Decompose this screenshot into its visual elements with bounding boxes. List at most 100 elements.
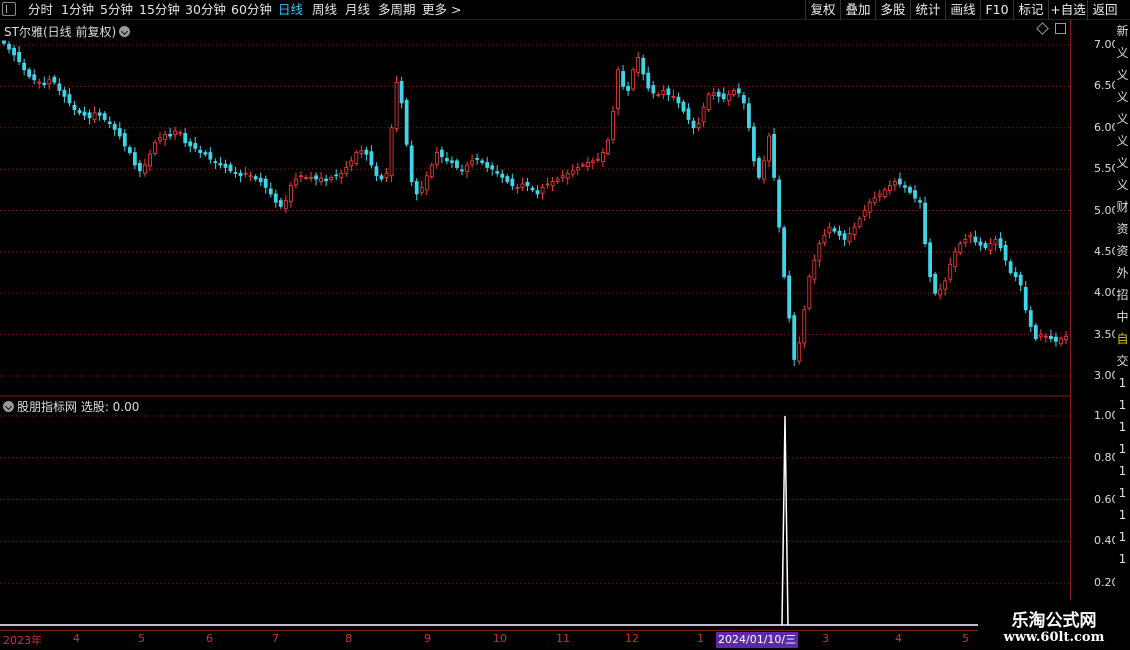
candle <box>882 187 887 199</box>
candle <box>782 225 787 280</box>
period-tab-60min[interactable]: 60分钟 <box>231 2 272 18</box>
candle <box>686 103 691 124</box>
candle <box>32 69 37 85</box>
main-pane-title[interactable]: ST尔雅(日线 前复权) <box>4 23 131 40</box>
overlay-button[interactable]: 叠加 <box>840 0 875 20</box>
maximize-icon[interactable] <box>1055 23 1066 34</box>
candle <box>747 97 751 132</box>
period-tab-multi[interactable]: 多周期 <box>378 2 416 18</box>
candle <box>913 185 917 203</box>
candle <box>887 180 892 196</box>
candle <box>1013 267 1018 282</box>
candle <box>399 76 404 109</box>
period-tab-more[interactable]: 更多 > <box>422 2 461 18</box>
stats-button[interactable]: 统计 <box>910 0 945 20</box>
price-chart[interactable] <box>0 20 1070 630</box>
strip-char: 1 <box>1118 376 1127 390</box>
period-tab-30min[interactable]: 30分钟 <box>185 2 226 18</box>
period-tab-weekly[interactable]: 周线 <box>312 2 337 18</box>
candle <box>560 170 565 182</box>
candle <box>359 145 364 158</box>
candle <box>525 177 530 192</box>
candle <box>832 226 837 234</box>
candle <box>77 107 82 116</box>
candle <box>998 232 1003 252</box>
strip-char: 1 <box>1118 486 1127 500</box>
candle <box>681 99 686 114</box>
indicator-title: 股朋指标网 选股: 0.00 <box>17 400 140 414</box>
candle <box>299 171 303 183</box>
candle <box>17 45 21 66</box>
period-tab-daily[interactable]: 日线 <box>278 2 303 18</box>
candle <box>716 88 721 103</box>
candle <box>253 174 258 182</box>
indicator-pane-title[interactable]: 股朋指标网 选股: 0.00 <box>3 398 139 415</box>
fuquan-button[interactable]: 复权 <box>805 0 840 20</box>
candle <box>787 270 792 323</box>
draw-line-button[interactable]: 画线 <box>945 0 980 20</box>
candle <box>631 67 636 92</box>
strip-char: 义 <box>1116 178 1129 192</box>
multi-stock-button[interactable]: 多股 <box>875 0 910 20</box>
candle <box>228 162 233 174</box>
add-favorite-button[interactable]: +自选 <box>1048 0 1087 20</box>
mark-button[interactable]: 标记 <box>1013 0 1048 20</box>
strip-char: 招 <box>1116 288 1129 302</box>
strip-char: 中 <box>1116 310 1129 324</box>
candle <box>933 271 938 296</box>
candle <box>424 171 429 196</box>
candle <box>847 227 852 246</box>
candle <box>817 240 822 268</box>
candle <box>545 177 550 189</box>
candle <box>329 174 334 183</box>
candle <box>480 158 485 165</box>
candle <box>852 222 857 240</box>
period-tab-15min[interactable]: 15分钟 <box>139 2 180 18</box>
period-tab-1min[interactable]: 1分钟 <box>61 2 94 18</box>
candle <box>475 153 480 165</box>
period-tab-fenshi[interactable]: 分时 <box>28 2 53 18</box>
candle <box>1033 323 1038 342</box>
candle <box>379 173 384 182</box>
candle <box>812 254 817 284</box>
candle <box>178 130 183 137</box>
candle <box>168 127 172 140</box>
candle <box>439 146 444 164</box>
candle <box>505 174 510 185</box>
period-tab-5min[interactable]: 5分钟 <box>100 2 133 18</box>
candle <box>691 117 696 135</box>
chevron-down-icon[interactable] <box>3 401 14 412</box>
candle <box>646 66 651 92</box>
candle <box>993 235 998 251</box>
candle <box>163 130 167 146</box>
candle <box>621 65 625 90</box>
candle <box>757 155 761 180</box>
window-icon[interactable] <box>2 2 16 16</box>
candle <box>218 156 223 169</box>
date-label: 8 <box>345 632 352 645</box>
candle <box>248 171 253 182</box>
candle <box>27 67 32 79</box>
f10-button[interactable]: F10 <box>980 0 1013 20</box>
candle <box>898 172 902 188</box>
candle <box>294 172 298 189</box>
candle <box>958 241 963 256</box>
candle <box>319 171 323 186</box>
candle <box>515 183 520 194</box>
chevron-down-icon[interactable] <box>119 26 131 37</box>
candle <box>117 122 122 140</box>
candle <box>268 182 273 198</box>
candle <box>1003 240 1008 266</box>
candle <box>928 238 933 283</box>
candle <box>726 90 731 106</box>
candle <box>490 162 495 176</box>
date-label: 9 <box>424 632 431 645</box>
back-button[interactable]: 返回 <box>1087 0 1122 20</box>
candle <box>213 158 218 169</box>
period-tab-monthly[interactable]: 月线 <box>345 2 370 18</box>
strip-char: 1 <box>1118 530 1127 544</box>
candle <box>696 117 701 132</box>
candle <box>203 150 208 157</box>
candle <box>2 40 6 46</box>
strip-char: 1 <box>1118 420 1127 434</box>
